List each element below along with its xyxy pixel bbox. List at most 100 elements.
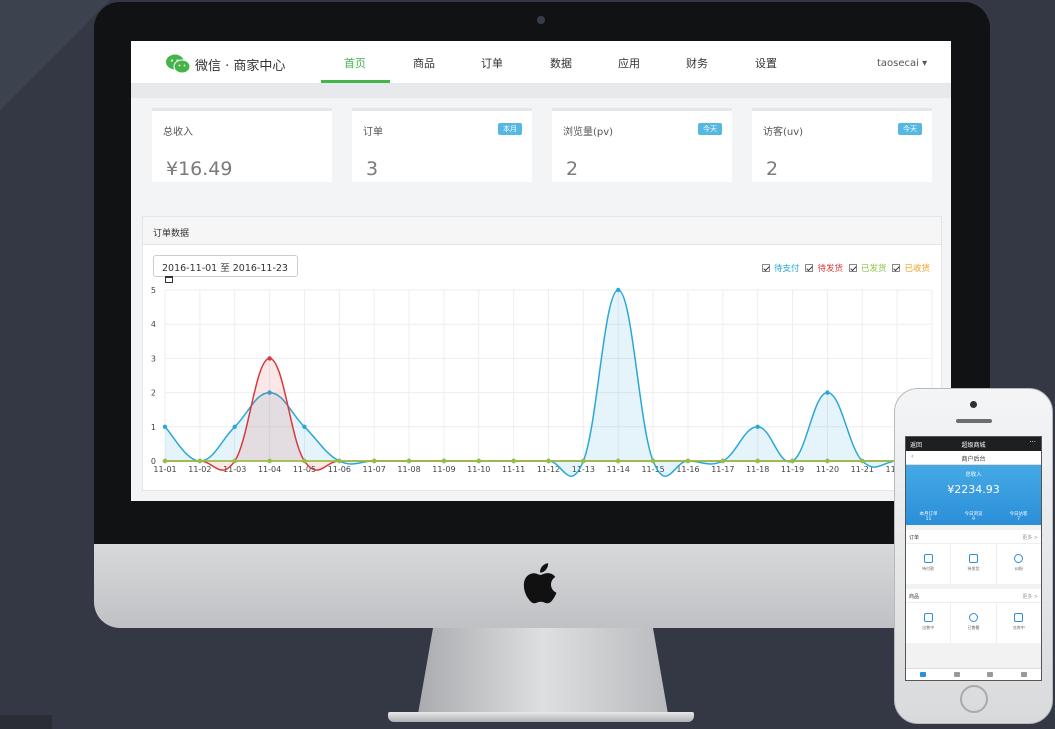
- phone-cell-label: 纠纷: [1014, 566, 1023, 571]
- phone-cell-label: 待付款: [922, 566, 935, 571]
- nav-apps[interactable]: 应用: [601, 55, 657, 71]
- x-tick-label: 11-12: [537, 465, 560, 474]
- x-tick-label: 11-20: [816, 465, 839, 474]
- y-tick-label: 2: [151, 389, 156, 398]
- x-tick-label: 11-18: [746, 465, 769, 474]
- phone-order-grid: 待付款 待发货 纠纷: [906, 544, 1041, 584]
- legend-checkbox[interactable]: [805, 264, 814, 272]
- legend-item-received[interactable]: 已收货: [892, 262, 930, 274]
- x-tick-label: 11-04: [258, 465, 281, 474]
- legend-label: 已收货: [904, 264, 930, 274]
- phone-camera-icon: [970, 401, 977, 408]
- phone-hero-label: 总收入: [965, 472, 982, 478]
- legend-label: 已发货: [860, 264, 887, 274]
- phone-cell-to-ship[interactable]: 待发货: [951, 544, 997, 584]
- user-menu[interactable]: taosecai ▾: [877, 58, 927, 69]
- phone-screen: 返回 超级商城 ··· ‹ 商户后台 总收入 ¥2234.93 本月订单 11 今…: [905, 436, 1042, 681]
- legend-item-unpaid[interactable]: 待支付: [761, 262, 799, 274]
- legend-checkbox[interactable]: [761, 264, 770, 272]
- phone-more-icon[interactable]: ···: [1029, 438, 1036, 446]
- phone-section-title: 商品: [909, 594, 920, 600]
- legend-item-to-ship[interactable]: 待发货: [805, 262, 843, 274]
- phone-cell-warehouse[interactable]: 仓库中: [997, 603, 1041, 643]
- phone-goods-grid: 出售中 已售罄 仓库中: [906, 603, 1041, 643]
- brand[interactable]: 微信 · 商家中心: [165, 53, 285, 75]
- legend-checkbox[interactable]: [892, 264, 901, 272]
- phone-goods-header: 商品 更多 >: [906, 589, 1041, 603]
- chevron-left-icon[interactable]: ‹: [911, 453, 913, 460]
- x-tick-label: 11-16: [676, 465, 699, 474]
- home-icon: [919, 672, 926, 677]
- phone-cell-label: 已售罄: [967, 625, 980, 630]
- list-icon: [987, 672, 994, 677]
- legend-item-shipped[interactable]: 已发货: [848, 262, 887, 274]
- iphone-mockup: 返回 超级商城 ··· ‹ 商户后台 总收入 ¥2234.93 本月订单 11 今…: [894, 388, 1053, 724]
- x-tick-label: 11-08: [397, 465, 420, 474]
- phone-tab-home[interactable]: [906, 669, 940, 680]
- stat-card-orders: 订单 本月 3: [352, 108, 532, 182]
- nav-goods[interactable]: 商品: [396, 55, 452, 71]
- phone-more-link[interactable]: 更多 >: [1022, 593, 1038, 600]
- phone-tab-goods[interactable]: [940, 669, 974, 680]
- data-point: [720, 458, 726, 464]
- imac-stand-base: [388, 712, 694, 722]
- phone-hero-stats: 本月订单 11 今日浏览 9 今日访客 7: [906, 511, 1041, 522]
- data-point: [511, 458, 516, 464]
- phone-stat: 今日浏览 9: [951, 511, 996, 522]
- data-point: [616, 287, 621, 293]
- data-point: [302, 458, 307, 464]
- chart-legend: 待支付 待发货 已发货 已收货: [756, 262, 930, 274]
- nav-settings[interactable]: 设置: [738, 55, 794, 71]
- phone-cell-label: 仓库中: [1012, 625, 1025, 630]
- data-point: [232, 424, 237, 429]
- x-tick-label: 11-02: [188, 465, 211, 474]
- data-point: [825, 390, 830, 395]
- background-shard: [0, 715, 52, 729]
- data-point: [337, 458, 342, 464]
- dispute-icon: [1014, 554, 1024, 563]
- phone-orders-header: 订单 更多 >: [906, 530, 1041, 544]
- stat-value: ¥16.49: [166, 158, 233, 180]
- data-point: [302, 424, 307, 429]
- imac-stand: [418, 628, 668, 714]
- data-point: [197, 458, 203, 464]
- dashboard-screen: 微信 · 商家中心 首页 商品 订单 数据 应用 财务 设置 taosecai …: [131, 41, 951, 501]
- date-range-picker[interactable]: 2016-11-01 至 2016-11-23: [153, 255, 298, 283]
- x-tick-label: 11-17: [711, 465, 734, 474]
- phone-cell-on-sale[interactable]: 出售中: [906, 603, 952, 643]
- stat-label: 订单: [363, 127, 383, 138]
- x-tick-label: 11-09: [432, 465, 455, 474]
- sold-out-icon: [968, 613, 978, 622]
- phone-tab-orders[interactable]: [974, 669, 1008, 680]
- nav-finance[interactable]: 财务: [669, 55, 725, 71]
- phone-title-bar: 返回 超级商城 ···: [906, 437, 1041, 451]
- phone-cell-dispute[interactable]: 纠纷: [997, 544, 1041, 584]
- wechat-logo-icon: [166, 54, 191, 74]
- phone-cell-sold-out[interactable]: 已售罄: [951, 603, 997, 643]
- phone-cell-unpaid[interactable]: 待付款: [906, 544, 952, 584]
- camera-icon: [537, 16, 545, 24]
- data-point: [685, 458, 691, 464]
- data-point: [267, 458, 272, 464]
- apple-logo-icon: [523, 563, 557, 604]
- phone-cell-label: 出售中: [922, 625, 935, 630]
- phone-subtitle: 商户后台: [961, 456, 986, 463]
- phone-tab-more[interactable]: [1007, 669, 1041, 680]
- data-point: [371, 458, 377, 464]
- brand-name: 微信 · 商家中心: [195, 58, 286, 74]
- phone-cell-label: 待发货: [967, 566, 980, 571]
- phone-stat-value: 11: [925, 517, 932, 522]
- data-point: [476, 458, 481, 464]
- nav-data[interactable]: 数据: [533, 55, 589, 71]
- phone-home-button[interactable]: [960, 685, 988, 713]
- order-data-panel: 订单数据 2016-11-01 至 2016-11-23 待支付 待发货 已发货…: [142, 216, 942, 491]
- more-icon: [1021, 672, 1028, 677]
- nav-home[interactable]: 首页: [327, 55, 383, 71]
- phone-section-title: 订单: [909, 535, 920, 541]
- stat-card-visitors: 访客(uv) 今天 2: [752, 108, 932, 182]
- legend-checkbox[interactable]: [848, 264, 857, 272]
- phone-app-title: 超级商城: [961, 442, 986, 449]
- nav-orders[interactable]: 订单: [464, 55, 520, 71]
- stat-label: 访客(uv): [763, 127, 804, 138]
- phone-more-link[interactable]: 更多 >: [1022, 534, 1038, 541]
